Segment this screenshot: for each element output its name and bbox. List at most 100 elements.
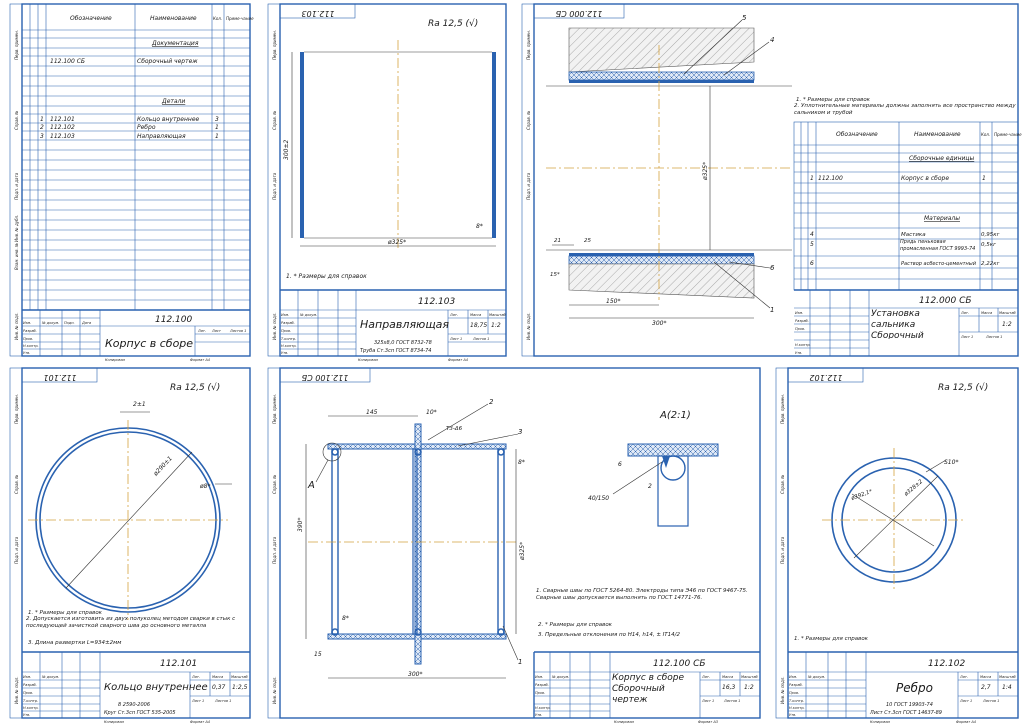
stamp-label: Утв. [795, 351, 802, 355]
stamp-label: Утв. [789, 713, 796, 717]
pipe-bottom [569, 253, 754, 256]
copied-label: Копировал [358, 358, 379, 362]
spec-part-code: 112.103 [50, 133, 75, 140]
detail-dim-40: 40/150 [588, 495, 609, 502]
drawing-title: Установка сальника Сборочный чертеж [871, 309, 924, 339]
spec-section-docs: Документация [151, 40, 199, 47]
dim-145: 145 [366, 409, 378, 416]
stamp-label: Масса [981, 311, 992, 315]
detail-label: А(2:1) [659, 410, 691, 421]
stamp-label: Подп. [64, 321, 75, 325]
margin-label: Подп. и дата [14, 536, 19, 564]
spec-header-note: Приме-чание [226, 16, 254, 21]
pipe-top [569, 80, 754, 83]
margin-label: Справ. № [14, 111, 19, 130]
material-line: 8 2590-2006 [118, 702, 150, 708]
copied-label: Копировал [614, 720, 635, 724]
stamp-label: Утв. [281, 351, 288, 355]
material-line: Круг Ст.3сп ГОСТ 535-2005 [104, 710, 176, 716]
dim-25: 25 [584, 238, 591, 244]
pipe-wall [300, 52, 304, 238]
stamp-label: Лист 1 [191, 699, 204, 703]
note: 1. * Размеры для справок [286, 273, 367, 280]
stamp-label: Т.контр. [281, 337, 296, 341]
weld-mark: Т3-Δ6 [446, 426, 463, 432]
note: 1. Сварные швы по ГОСТ 5264-80. Электрод… [536, 588, 748, 601]
unit-name: Корпус в сборе [901, 175, 949, 182]
stamp-label: Пров. [23, 691, 33, 695]
dim-diameter: ø325* [387, 239, 406, 246]
callout-label: 6 [770, 264, 775, 272]
material-pos: 6 [810, 260, 814, 267]
stamp-label: Т.контр. [789, 699, 804, 703]
stamp-label: Пров. [535, 691, 545, 695]
spec-part-qty: 1 [215, 133, 219, 140]
margin-label: Инв. № подл. [272, 312, 277, 340]
callout-label: 1 [770, 306, 774, 314]
packing-bottom [568, 255, 755, 265]
drawing-title: Корпус в сборе [105, 337, 193, 350]
spec-section-parts: Детали [161, 98, 185, 105]
drawing-title: Корпус в сборе Сборочный чертеж [612, 673, 685, 703]
note: 1. * Размеры для справок [794, 636, 869, 642]
drawing-code: 112.000 СБ [919, 296, 972, 306]
margin-label: Инв. № подл. [780, 676, 785, 704]
stamp-label: Масштаб [231, 675, 248, 679]
margin-label: Подп. и дата [272, 172, 277, 200]
guide-sheet: Перв. примен. Справ. № Подп. и дата Инв.… [258, 0, 512, 362]
dim-diameter: ø290±1 [152, 455, 174, 478]
assembly-sheet: Перв. примен. Справ. № Подп. и дата Инв.… [258, 364, 764, 724]
stamp-label: Изм. [789, 675, 797, 679]
copied-label: Копировал [870, 720, 891, 724]
wall-section-bottom [568, 263, 755, 299]
dim-thickness: S10* [944, 459, 958, 466]
material-name: Раствор асбесто-цементный [901, 261, 977, 267]
dim-gap: 2±1 [133, 401, 146, 408]
stamp-label: № докум. [41, 675, 59, 679]
stamp-label: Масштаб [489, 313, 506, 317]
spec-header-designation: Обозначение [836, 131, 878, 138]
detail-ring [657, 455, 689, 527]
stamp-label: Масштаб [741, 675, 758, 679]
margin-label: Перв. примен. [526, 30, 531, 60]
spec-sheet: Перв. примен. Справ. № Подп. и дата Инв.… [0, 0, 256, 362]
margin-label: Инв. № подл. [14, 312, 19, 340]
margin-label: Подп. и дата [272, 536, 277, 564]
dim-300: 300* [652, 320, 666, 327]
margin-label: Инв. № подл. [526, 312, 531, 340]
detail-shell [627, 443, 719, 457]
material-qty: 0,5кг [981, 242, 996, 248]
detail-dim-2: 2 [648, 483, 652, 490]
stamp-label: Лист 1 [449, 337, 462, 341]
format-label: Формат А4 [448, 358, 468, 362]
stamp-label: Изм. [795, 311, 803, 315]
spec-part-pos: 3 [40, 133, 44, 140]
spec-part-name: Кольцо внутреннее [137, 116, 200, 123]
stamp-label: Лит. [449, 313, 458, 317]
detail-dim-6: 6 [618, 461, 622, 468]
stamp-label: Масса [980, 675, 991, 679]
stamp-label: Лит. [960, 311, 969, 315]
material-qty: 0,95кг [981, 232, 1000, 238]
drawing-code: 112.102 [928, 659, 965, 669]
drawing-code: 112.100 СБ [653, 659, 706, 669]
spec-header-name: Наименование [914, 131, 961, 138]
spec-part-name: Ребро [137, 124, 156, 131]
stamp-label: Н.контр. [23, 344, 39, 348]
gland-sheet-drawing: Перв. примен. Справ. № Подп. и дата Инв.… [521, 3, 1022, 357]
stamp-label: Листов 1 [472, 337, 489, 341]
ring-right [497, 448, 505, 635]
gland-sheet: Перв. примен. Справ. № Подп. и дата Инв.… [514, 0, 1024, 362]
mirror-code: 112.101 [43, 373, 76, 382]
stamp-label: № докум. [41, 321, 59, 325]
spec-header-note: Приме-чание [994, 132, 1022, 137]
stamp-label: Разраб. [789, 683, 803, 687]
stamp-label: Разраб. [535, 683, 549, 687]
assembly-sheet-drawing: Перв. примен. Справ. № Подп. и дата Инв.… [267, 367, 761, 724]
stamp-label: Пров. [795, 327, 805, 331]
material-line: Лист Ст.3сп ГОСТ 14637-89 [869, 710, 942, 716]
margin-label: Справ. № [780, 475, 785, 494]
guide-sheet-drawing: Перв. примен. Справ. № Подп. и дата Инв.… [267, 3, 507, 362]
spec-part-pos: 1 [40, 116, 44, 123]
stamp-label: № докум. [299, 313, 317, 317]
